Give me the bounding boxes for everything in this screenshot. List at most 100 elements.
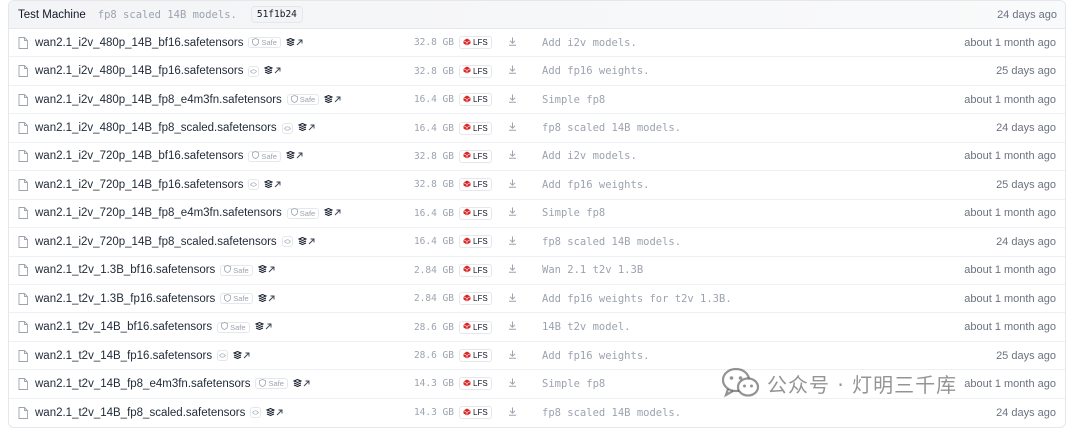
commit-message-link[interactable]: Simple fp8 [542,378,605,390]
file-date: about 1 month ago [964,93,1056,106]
download-button[interactable] [506,207,519,220]
lfs-badge[interactable]: LFS [459,292,492,306]
tensor-viewer-link[interactable] [292,378,310,390]
download-button[interactable] [506,36,519,49]
pickle-scan-icon[interactable] [281,122,293,134]
download-button[interactable] [506,150,519,163]
lfs-label: LFS [473,408,488,418]
file-name-link[interactable]: wan2.1_i2v_720p_14B_fp8_scaled.safetenso… [35,236,277,248]
tensor-viewer-link[interactable] [323,207,341,219]
pickle-scan-icon[interactable] [250,407,262,419]
lfs-badge[interactable]: LFS [459,64,492,78]
commit-message-link[interactable]: fp8 scaled 14B models. [542,122,681,134]
lfs-badge[interactable]: LFS [459,377,492,391]
commit-message-link[interactable]: 14B t2v model. [542,321,631,333]
file-name-link[interactable]: wan2.1_t2v_14B_fp8_scaled.safetensors [35,407,245,419]
file-name-link[interactable]: wan2.1_i2v_480p_14B_bf16.safetensors [35,37,243,49]
safe-badge[interactable]: Safe [255,378,288,390]
commit-hash[interactable]: 51f1b24 [250,6,303,23]
download-button[interactable] [506,321,519,334]
lfs-icon [463,294,471,304]
tensor-viewer-link[interactable] [297,236,315,248]
file-date: 24 days ago [996,235,1056,248]
commit-message-link[interactable]: Add fp16 weights. [542,179,649,191]
tensor-viewer-link[interactable] [264,65,281,77]
file-name-link[interactable]: wan2.1_i2v_720p_14B_fp8_e4m3fn.safetenso… [35,207,282,219]
download-button[interactable] [506,65,519,78]
file-info: wan2.1_t2v_14B_bf16.safetensors Safe [9,321,402,333]
commit-message-link[interactable]: Simple fp8 [542,94,605,106]
file-date: 24 days ago [996,406,1056,419]
file-row: wan2.1_i2v_480p_14B_bf16.safetensors Saf… [9,29,1065,58]
pickle-scan-icon[interactable] [217,350,229,362]
file-name-link[interactable]: wan2.1_i2v_480p_14B_fp8_scaled.safetenso… [35,122,277,134]
safe-badge[interactable]: Safe [248,150,281,162]
download-button[interactable] [506,178,519,191]
file-name-link[interactable]: wan2.1_t2v_1.3B_fp16.safetensors [35,293,215,305]
file-name-link[interactable]: wan2.1_t2v_14B_fp8_e4m3fn.safetensors [35,378,250,390]
lfs-badge[interactable]: LFS [459,121,492,135]
file-name-link[interactable]: wan2.1_t2v_14B_fp16.safetensors [35,350,212,362]
tensor-viewer-link[interactable] [285,150,303,162]
file-name-link[interactable]: wan2.1_i2v_480p_14B_fp16.safetensors [35,65,243,77]
safe-badge[interactable]: Safe [217,321,250,333]
tensor-viewer-link[interactable] [257,293,275,305]
tensor-viewer-link[interactable] [323,94,341,106]
download-button[interactable] [506,264,519,277]
commit-message-link[interactable]: Wan 2.1 t2v 1.3B [542,264,643,276]
lfs-label: LFS [473,237,488,247]
lfs-icon [463,408,471,418]
commit-message-link[interactable]: Simple fp8 [542,207,605,219]
file-name-link[interactable]: wan2.1_t2v_1.3B_bf16.safetensors [35,264,215,276]
download-button[interactable] [506,406,519,419]
download-button[interactable] [506,349,519,362]
tensor-viewer-link[interactable] [232,350,250,362]
tensor-viewer-link[interactable] [257,264,275,276]
tensor-viewer-link[interactable] [264,179,281,191]
safe-badge[interactable]: Safe [286,207,320,219]
pickle-scan-icon[interactable] [281,236,293,248]
lfs-badge[interactable]: LFS [459,93,492,107]
commit-message-link[interactable]: Add fp16 weights. [542,350,649,362]
download-button[interactable] [506,377,519,390]
pickle-scan-icon[interactable] [248,179,260,191]
safe-badge[interactable]: Safe [220,264,253,276]
commit-message-link[interactable]: Add i2v models. [542,37,637,49]
safe-badge[interactable]: Safe [248,37,281,49]
safe-label: Safe [233,294,249,304]
download-button[interactable] [506,235,519,248]
lfs-badge[interactable]: LFS [459,36,492,50]
lfs-badge[interactable]: LFS [459,349,492,363]
file-name-link[interactable]: wan2.1_t2v_14B_bf16.safetensors [35,321,212,333]
lfs-badge[interactable]: LFS [459,149,492,163]
commit-message-link[interactable]: fp8 scaled 14B models. [542,236,681,248]
safe-badge[interactable]: Safe [286,94,320,106]
lfs-badge[interactable]: LFS [459,320,492,334]
lfs-badge[interactable]: LFS [459,235,492,249]
download-button[interactable] [506,93,519,106]
lfs-badge[interactable]: LFS [459,263,492,277]
download-button[interactable] [506,292,519,305]
shield-icon [259,379,267,389]
tensor-viewer-link[interactable] [254,321,272,333]
tensor-viewer-link[interactable] [285,37,303,49]
commit-message-link[interactable]: Add fp16 weights for t2v 1.3B. [542,293,732,305]
download-icon [507,406,518,420]
tensor-viewer-link[interactable] [297,122,315,134]
file-name-link[interactable]: wan2.1_i2v_720p_14B_fp16.safetensors [35,179,243,191]
lfs-badge[interactable]: LFS [459,206,492,220]
safe-badge[interactable]: Safe [220,293,253,305]
commit-author[interactable]: Test Machine [18,9,86,21]
file-name-link[interactable]: wan2.1_i2v_480p_14B_fp8_e4m3fn.safetenso… [35,94,282,106]
tensor-viewer-link[interactable] [266,407,283,419]
lfs-badge[interactable]: LFS [459,406,492,420]
download-button[interactable] [506,122,519,135]
lfs-badge[interactable]: LFS [459,178,492,192]
commit-message-link[interactable]: Add i2v models. [542,150,637,162]
file-name-link[interactable]: wan2.1_i2v_720p_14B_bf16.safetensors [35,150,243,162]
commit-message[interactable]: fp8 scaled 14B models. [98,9,237,21]
commit-message-link[interactable]: fp8 scaled 14B models. [542,407,681,419]
file-info: wan2.1_t2v_1.3B_bf16.safetensors Safe [9,264,402,276]
commit-message-link[interactable]: Add fp16 weights. [542,65,649,77]
pickle-scan-icon[interactable] [248,65,260,77]
